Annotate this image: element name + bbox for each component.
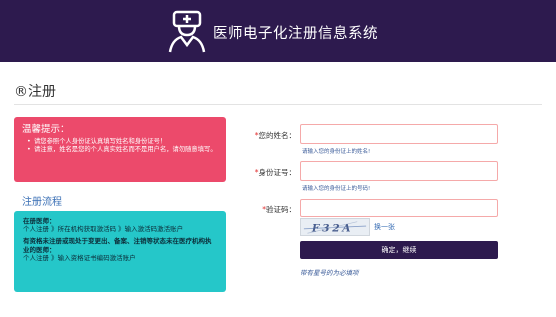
- flow-block2-text: 个人注册 》输入资格证书编码激活账户: [23, 253, 136, 262]
- id-input[interactable]: [300, 161, 498, 181]
- captcha-text: F32A: [311, 221, 353, 234]
- refresh-captcha-link[interactable]: 换一张: [374, 222, 395, 232]
- app-header: 医师电子化注册信息系统: [0, 0, 556, 62]
- flow-block1-title: 在册医师：: [23, 217, 56, 225]
- submit-button[interactable]: 确定，继续: [300, 241, 498, 259]
- flow-block2-title: 有资格未注册或现处于变更出、备案、注销等状态未在医疗机构执业的医师：: [23, 237, 212, 254]
- flow-title: 注册流程: [22, 197, 62, 208]
- name-hint: 请输入您的身份证上的姓名!: [302, 149, 371, 155]
- id-label: *身份证号：: [254, 168, 296, 177]
- name-label: *您的姓名：: [254, 131, 296, 140]
- captcha-image[interactable]: F32A: [300, 218, 370, 236]
- required-note: 带有星号的为必填项: [300, 269, 359, 277]
- page-title: ®注册: [14, 84, 56, 100]
- tip-list: 请您参照个人身份证认真填写姓名和身份证号！ 请注意，姓名是您的个人真实姓名而不是…: [22, 138, 218, 155]
- flow-info-box: 在册医师： 个人注册 》所在机构获取激活码 》输入激活码激活账户 有资格未注册或…: [14, 211, 226, 292]
- tip-box: 温馨提示： 请您参照个人身份证认真填写姓名和身份证号！ 请注意，姓名是您的个人真…: [14, 117, 226, 182]
- app-title: 医师电子化注册信息系统: [213, 26, 378, 42]
- id-hint: 请输入您的身份证上的号码!: [302, 186, 371, 192]
- captcha-label: *验证码：: [262, 205, 296, 214]
- captcha-input[interactable]: [300, 199, 498, 217]
- name-input[interactable]: [300, 124, 498, 144]
- tip-item: 请注意，姓名是您的个人真实姓名而不是用户名，请勿随意填写。: [27, 146, 218, 155]
- divider: [14, 104, 542, 105]
- doctor-icon: [168, 10, 206, 53]
- flow-block1-text: 个人注册 》所在机构获取激活码 》输入激活码激活账户: [23, 225, 184, 234]
- tip-title: 温馨提示：: [22, 124, 70, 135]
